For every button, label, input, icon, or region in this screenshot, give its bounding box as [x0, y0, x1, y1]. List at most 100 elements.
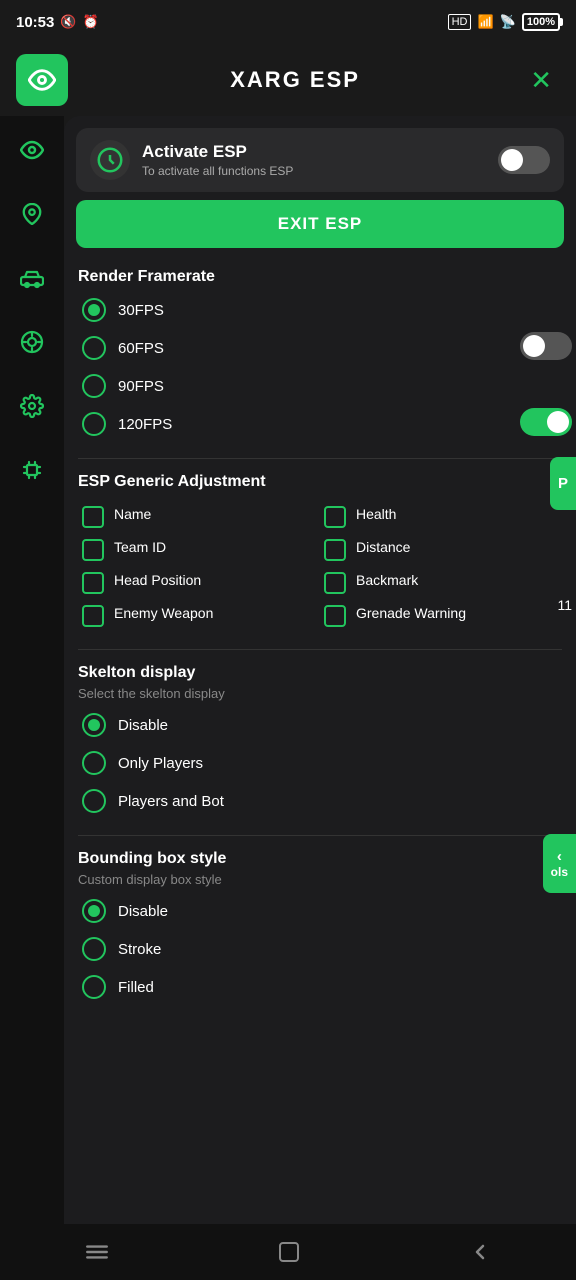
checkbox-headposition-box — [82, 572, 104, 594]
app-title: XARG ESP — [68, 67, 522, 93]
exit-esp-button[interactable]: EXIT ESP — [76, 200, 564, 248]
activate-left: Activate ESP To activate all functions E… — [90, 140, 293, 180]
skelton-radio-group: Disable Only Players Players and Bot — [78, 711, 562, 815]
checkbox-backmark[interactable]: Backmark — [324, 571, 558, 594]
partial-toggle-track-2 — [520, 408, 572, 436]
bbox-disable-label: Disable — [118, 903, 168, 920]
sidebar-settings-icon — [20, 394, 44, 418]
sidebar-item-location[interactable] — [10, 192, 54, 236]
divider-3 — [78, 835, 562, 836]
skelton-disable-radio — [82, 713, 106, 737]
activate-esp-card: Activate ESP To activate all functions E… — [76, 128, 564, 192]
sidebar-item-target[interactable] — [10, 320, 54, 364]
partial-toggle-track-1 — [520, 332, 572, 360]
skelton-playersandbot-label: Players and Bot — [118, 793, 224, 810]
skelton-playersandbot-item[interactable]: Players and Bot — [82, 787, 558, 815]
home-square-icon — [277, 1240, 301, 1264]
wifi-icon: 📡 — [500, 14, 516, 30]
checkbox-headposition[interactable]: Head Position — [82, 571, 316, 594]
activate-title: Activate ESP — [142, 142, 293, 162]
checkbox-headposition-label: Head Position — [114, 571, 201, 589]
esp-generic-section: ESP Generic Adjustment P Name Health — [64, 467, 576, 641]
sidebar-vehicle-icon — [20, 266, 44, 290]
green-tab-tools[interactable]: ‹ ols — [543, 834, 576, 893]
checkbox-health[interactable]: Health — [324, 505, 558, 528]
eye-button[interactable] — [16, 54, 68, 106]
render-framerate-title: Render Framerate — [78, 268, 562, 286]
fps-90-item[interactable]: 90FPS — [82, 372, 558, 400]
status-bar: 10:53 🔇 ⏰ HD 📶 📡 100% — [0, 0, 576, 44]
fps-120-item[interactable]: 120FPS — [82, 410, 558, 438]
checkbox-enemyweapon-label: Enemy Weapon — [114, 604, 213, 622]
bottom-nav — [0, 1224, 576, 1280]
sidebar-item-settings[interactable] — [10, 384, 54, 428]
status-icons: HD 📶 📡 100% — [448, 13, 560, 31]
checkbox-teamid[interactable]: Team ID — [82, 538, 316, 561]
bbox-filled-item[interactable]: Filled — [82, 973, 558, 1001]
esp-checkbox-grid: Name Health Team ID Distance — [78, 501, 562, 631]
time-display: 10:53 — [16, 14, 54, 31]
activate-toggle[interactable] — [498, 146, 550, 174]
nav-back-button[interactable] — [448, 1232, 512, 1272]
sidebar-target-icon — [20, 330, 44, 354]
sidebar-chip-icon — [20, 458, 44, 482]
checkbox-grenadewarning[interactable]: Grenade Warning — [324, 604, 558, 627]
battery-icon: 100% — [522, 13, 560, 31]
green-tab-p[interactable]: P — [550, 457, 576, 510]
bbox-disable-radio — [82, 899, 106, 923]
nav-home-button[interactable] — [257, 1232, 321, 1272]
skelton-disable-label: Disable — [118, 717, 168, 734]
checkbox-health-label: Health — [356, 505, 396, 523]
app-header: XARG ESP ✕ — [0, 44, 576, 116]
close-button[interactable]: ✕ — [522, 61, 560, 100]
fps-60-item[interactable]: 60FPS — [82, 334, 558, 362]
eye-icon — [28, 66, 56, 94]
status-time: 10:53 🔇 ⏰ — [16, 14, 99, 31]
activate-subtitle: To activate all functions ESP — [142, 164, 293, 178]
bbox-stroke-label: Stroke — [118, 941, 161, 958]
partial-toggle-thumb-1 — [523, 335, 545, 357]
hd-label: HD — [448, 14, 472, 30]
checkbox-name[interactable]: Name — [82, 505, 316, 528]
green-tab-tools-label: ols — [551, 865, 568, 879]
content-area: Activate ESP To activate all functions E… — [64, 116, 576, 1280]
signal-icon: 📶 — [477, 14, 493, 30]
fps-90-label: 90FPS — [118, 378, 164, 395]
fps-120-label: 120FPS — [118, 416, 172, 433]
render-framerate-section: Render Framerate 30FPS 60FPS — [64, 262, 576, 450]
checkbox-distance-label: Distance — [356, 538, 410, 556]
fps-90-radio — [82, 374, 106, 398]
checkbox-grenadewarning-label: Grenade Warning — [356, 604, 466, 622]
bbox-disable-item[interactable]: Disable — [82, 897, 558, 925]
bounding-box-title: Bounding box style — [78, 850, 562, 868]
mute-icon: 🔇 — [60, 14, 76, 30]
skelton-onlyplayers-item[interactable]: Only Players — [82, 749, 558, 777]
skelton-title: Skelton display — [78, 664, 562, 682]
partial-text-11: 11 — [557, 597, 572, 613]
fps-30-item[interactable]: 30FPS — [82, 296, 558, 324]
checkbox-enemyweapon[interactable]: Enemy Weapon — [82, 604, 316, 627]
checkbox-teamid-box — [82, 539, 104, 561]
sidebar-item-vehicle[interactable] — [10, 256, 54, 300]
sidebar-item-chip[interactable] — [10, 448, 54, 492]
skelton-subtitle: Select the skelton display — [78, 686, 562, 701]
bbox-stroke-radio — [82, 937, 106, 961]
alarm-icon: ⏰ — [83, 14, 99, 30]
sidebar-item-eye[interactable] — [10, 128, 54, 172]
bounding-box-subtitle: Custom display box style — [78, 872, 562, 887]
checkbox-enemyweapon-box — [82, 605, 104, 627]
fps-60-radio — [82, 336, 106, 360]
fps-30-label: 30FPS — [118, 302, 164, 319]
checkbox-name-box — [82, 506, 104, 528]
bbox-stroke-item[interactable]: Stroke — [82, 935, 558, 963]
skelton-disable-item[interactable]: Disable — [82, 711, 558, 739]
checkbox-distance[interactable]: Distance — [324, 538, 558, 561]
back-chevron-icon — [468, 1240, 492, 1264]
skelton-onlyplayers-radio — [82, 751, 106, 775]
bbox-radio-group: Disable Stroke Filled — [78, 897, 562, 1001]
nav-menu-button[interactable] — [64, 1231, 130, 1273]
activate-toggle-track — [498, 146, 550, 174]
partial-toggle-2 — [520, 408, 572, 436]
checkbox-distance-box — [324, 539, 346, 561]
divider-1 — [78, 458, 562, 459]
